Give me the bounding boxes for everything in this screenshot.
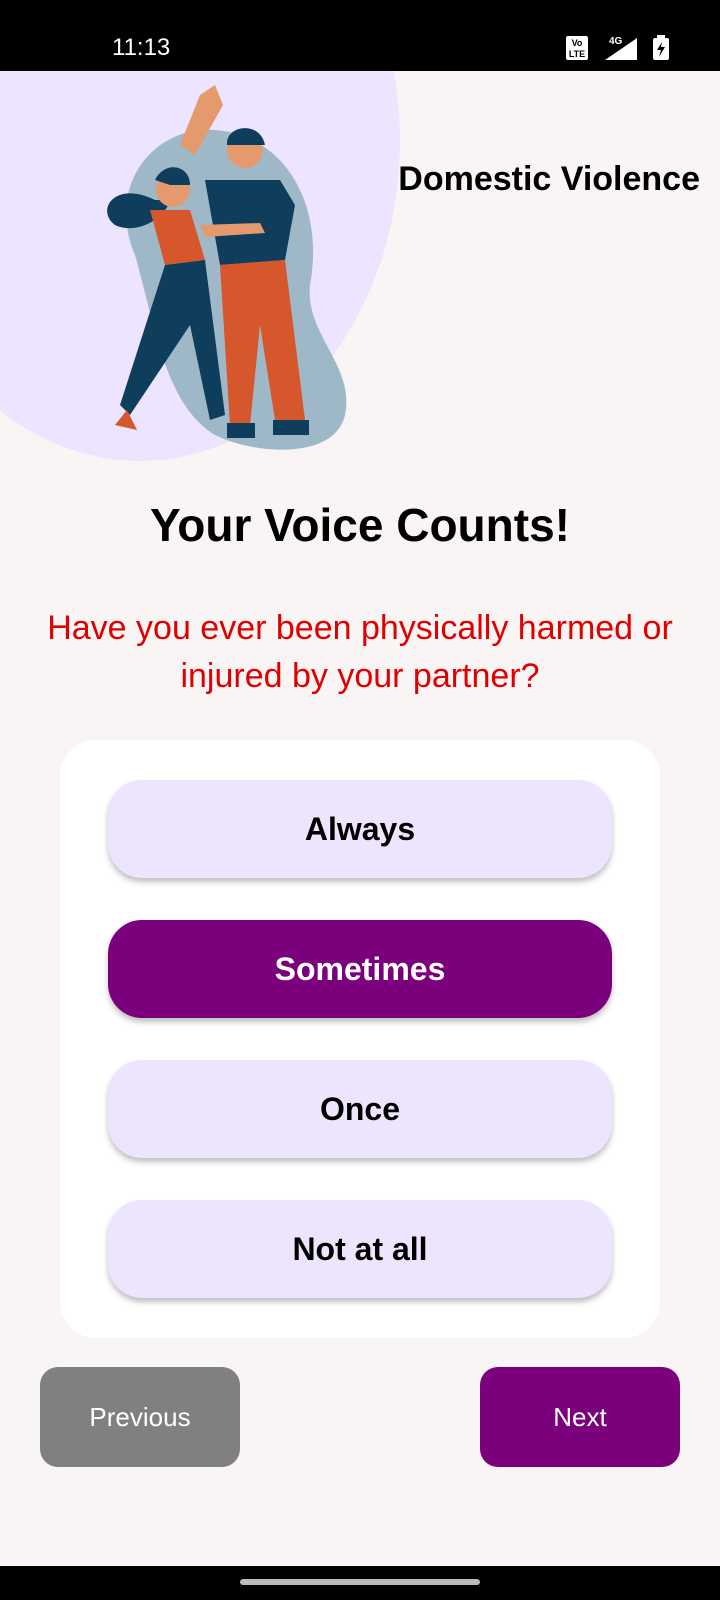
battery-charging-icon — [653, 35, 669, 60]
4g-signal-icon: 4G — [605, 36, 637, 60]
previous-button[interactable]: Previous — [40, 1367, 240, 1467]
svg-text:4G: 4G — [609, 36, 623, 47]
option-not-at-all[interactable]: Not at all — [108, 1200, 612, 1298]
next-button[interactable]: Next — [480, 1367, 680, 1467]
system-nav-bar — [0, 1566, 720, 1600]
status-bar: 11:13 Vo LTE 4G — [0, 0, 720, 71]
option-once[interactable]: Once — [108, 1060, 612, 1158]
page-heading: Your Voice Counts! — [150, 499, 570, 551]
option-sometimes[interactable]: Sometimes — [108, 920, 612, 1018]
status-time: 11:13 — [112, 34, 171, 61]
options-card: Always Sometimes Once Not at all — [60, 740, 660, 1338]
app-title: Domestic Violence — [398, 160, 700, 198]
question-text: Have you ever been physically harmed or … — [47, 609, 673, 695]
volte-icon: VoLTE — [566, 36, 588, 60]
svg-text:Vo: Vo — [572, 38, 583, 48]
svg-text:LTE: LTE — [569, 49, 585, 59]
domestic-violence-illustration — [107, 85, 347, 450]
option-always[interactable]: Always — [108, 780, 612, 878]
home-handle[interactable] — [240, 1579, 480, 1585]
